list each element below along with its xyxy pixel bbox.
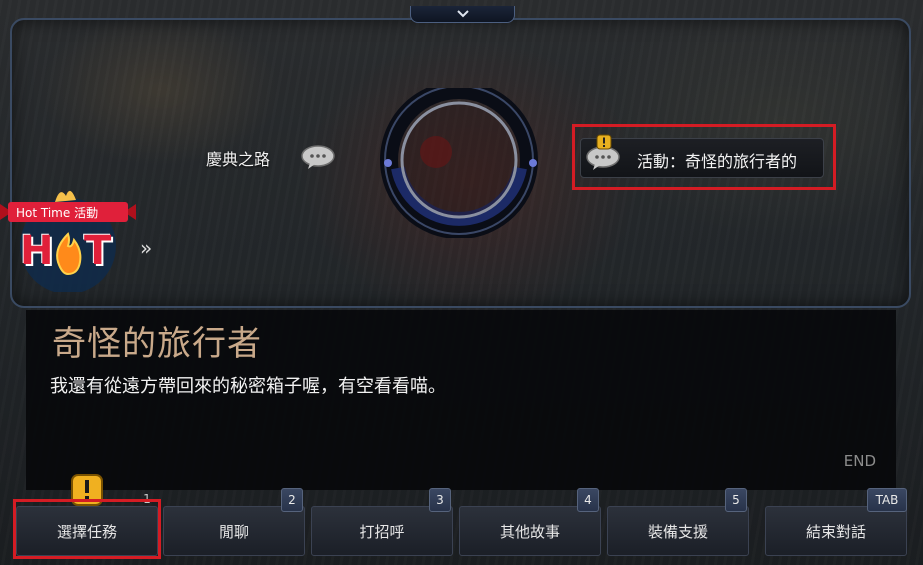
hot-banner-text: Hot Time 活動 [16, 206, 99, 220]
hot-text-right: T [84, 228, 112, 274]
ring-marker-right [529, 159, 537, 167]
select-quest-highlight [13, 499, 161, 559]
npc-name: 奇怪的旅行者 [52, 324, 262, 364]
quest-option-highlight [572, 124, 836, 190]
ring-marker-left [384, 159, 392, 167]
greet-label: 打招呼 [359, 522, 405, 541]
npc-portrait-ring [380, 88, 538, 238]
hot-text-left: H [20, 228, 54, 274]
hotkey-badge-tab: TAB [867, 488, 907, 512]
chat-label: 閒聊 [218, 522, 249, 541]
collapse-tab[interactable] [410, 6, 515, 23]
chat-button[interactable]: 閒聊 [163, 506, 305, 556]
other-story-label: 其他故事 [499, 522, 560, 541]
dialog-text: 我還有從遠方帶回來的秘密箱子喔，有空看看喵。 [50, 376, 446, 397]
hotkey-badge-5: 5 [725, 488, 747, 512]
end-dialog-button[interactable]: 結束對話 [765, 506, 907, 556]
hot-time-event-badge[interactable]: Hot Time 活動 H T [0, 182, 136, 292]
equipment-support-button[interactable]: 裝備支援 [607, 506, 749, 556]
hotkey-badge-3: 3 [429, 488, 451, 512]
hot-expand-arrow[interactable]: » [140, 236, 152, 260]
dialog-box[interactable]: 奇怪的旅行者 我還有從遠方帶回來的秘密箱子喔，有空看看喵。 END [26, 310, 896, 490]
greet-button[interactable]: 打招呼 [311, 506, 453, 556]
end-dialog-label: 結束對話 [805, 522, 866, 541]
chevron-down-icon [456, 10, 469, 18]
equipment-support-label: 裝備支援 [647, 522, 708, 541]
hotkey-badge-2: 2 [281, 488, 303, 512]
menu-label-festival-road[interactable]: 慶典之路 [206, 146, 270, 170]
other-story-button[interactable]: 其他故事 [459, 506, 601, 556]
end-label: END [843, 452, 876, 470]
hotkey-badge-4: 4 [577, 488, 599, 512]
chat-bubble-icon [301, 145, 335, 169]
